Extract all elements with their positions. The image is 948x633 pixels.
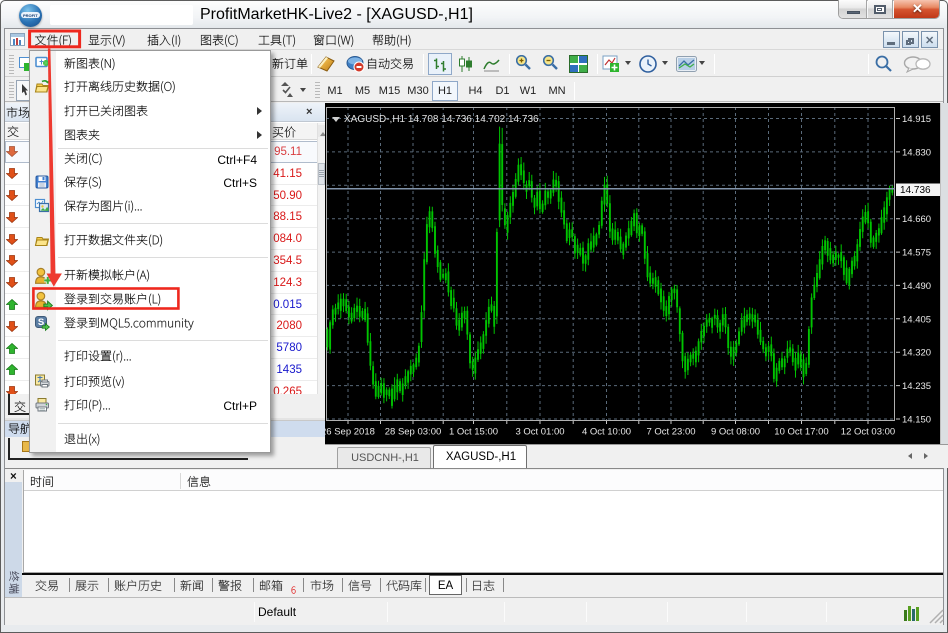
svg-text:9 Oct 08:00: 9 Oct 08:00: [711, 427, 760, 438]
svg-text:28 Sep 03:00: 28 Sep 03:00: [385, 427, 442, 438]
svg-text:3 Oct 01:00: 3 Oct 01:00: [515, 427, 564, 438]
svg-text:14.736: 14.736: [900, 185, 931, 196]
svg-text:26 Sep 2018: 26 Sep 2018: [325, 427, 375, 438]
svg-text:14.575: 14.575: [902, 248, 931, 259]
svg-text:XAGUSD-,H1 14.708 14.736 14.7: XAGUSD-,H1 14.708 14.736 14.702 14.736: [344, 114, 539, 125]
svg-text:7 Oct 23:00: 7 Oct 23:00: [646, 427, 695, 438]
svg-text:4 Oct 10:00: 4 Oct 10:00: [582, 427, 631, 438]
svg-text:14.830: 14.830: [902, 147, 931, 158]
svg-text:14.150: 14.150: [902, 415, 931, 426]
svg-text:1 Oct 15:00: 1 Oct 15:00: [449, 427, 498, 438]
svg-text:14.915: 14.915: [902, 114, 931, 125]
svg-text:14.235: 14.235: [902, 381, 931, 392]
svg-text:12 Oct 03:00: 12 Oct 03:00: [841, 427, 895, 438]
svg-text:14.490: 14.490: [902, 281, 931, 292]
svg-text:10 Oct 17:00: 10 Oct 17:00: [774, 427, 828, 438]
svg-text:14.405: 14.405: [902, 314, 931, 325]
svg-text:14.320: 14.320: [902, 348, 931, 359]
svg-text:14.660: 14.660: [902, 214, 931, 225]
